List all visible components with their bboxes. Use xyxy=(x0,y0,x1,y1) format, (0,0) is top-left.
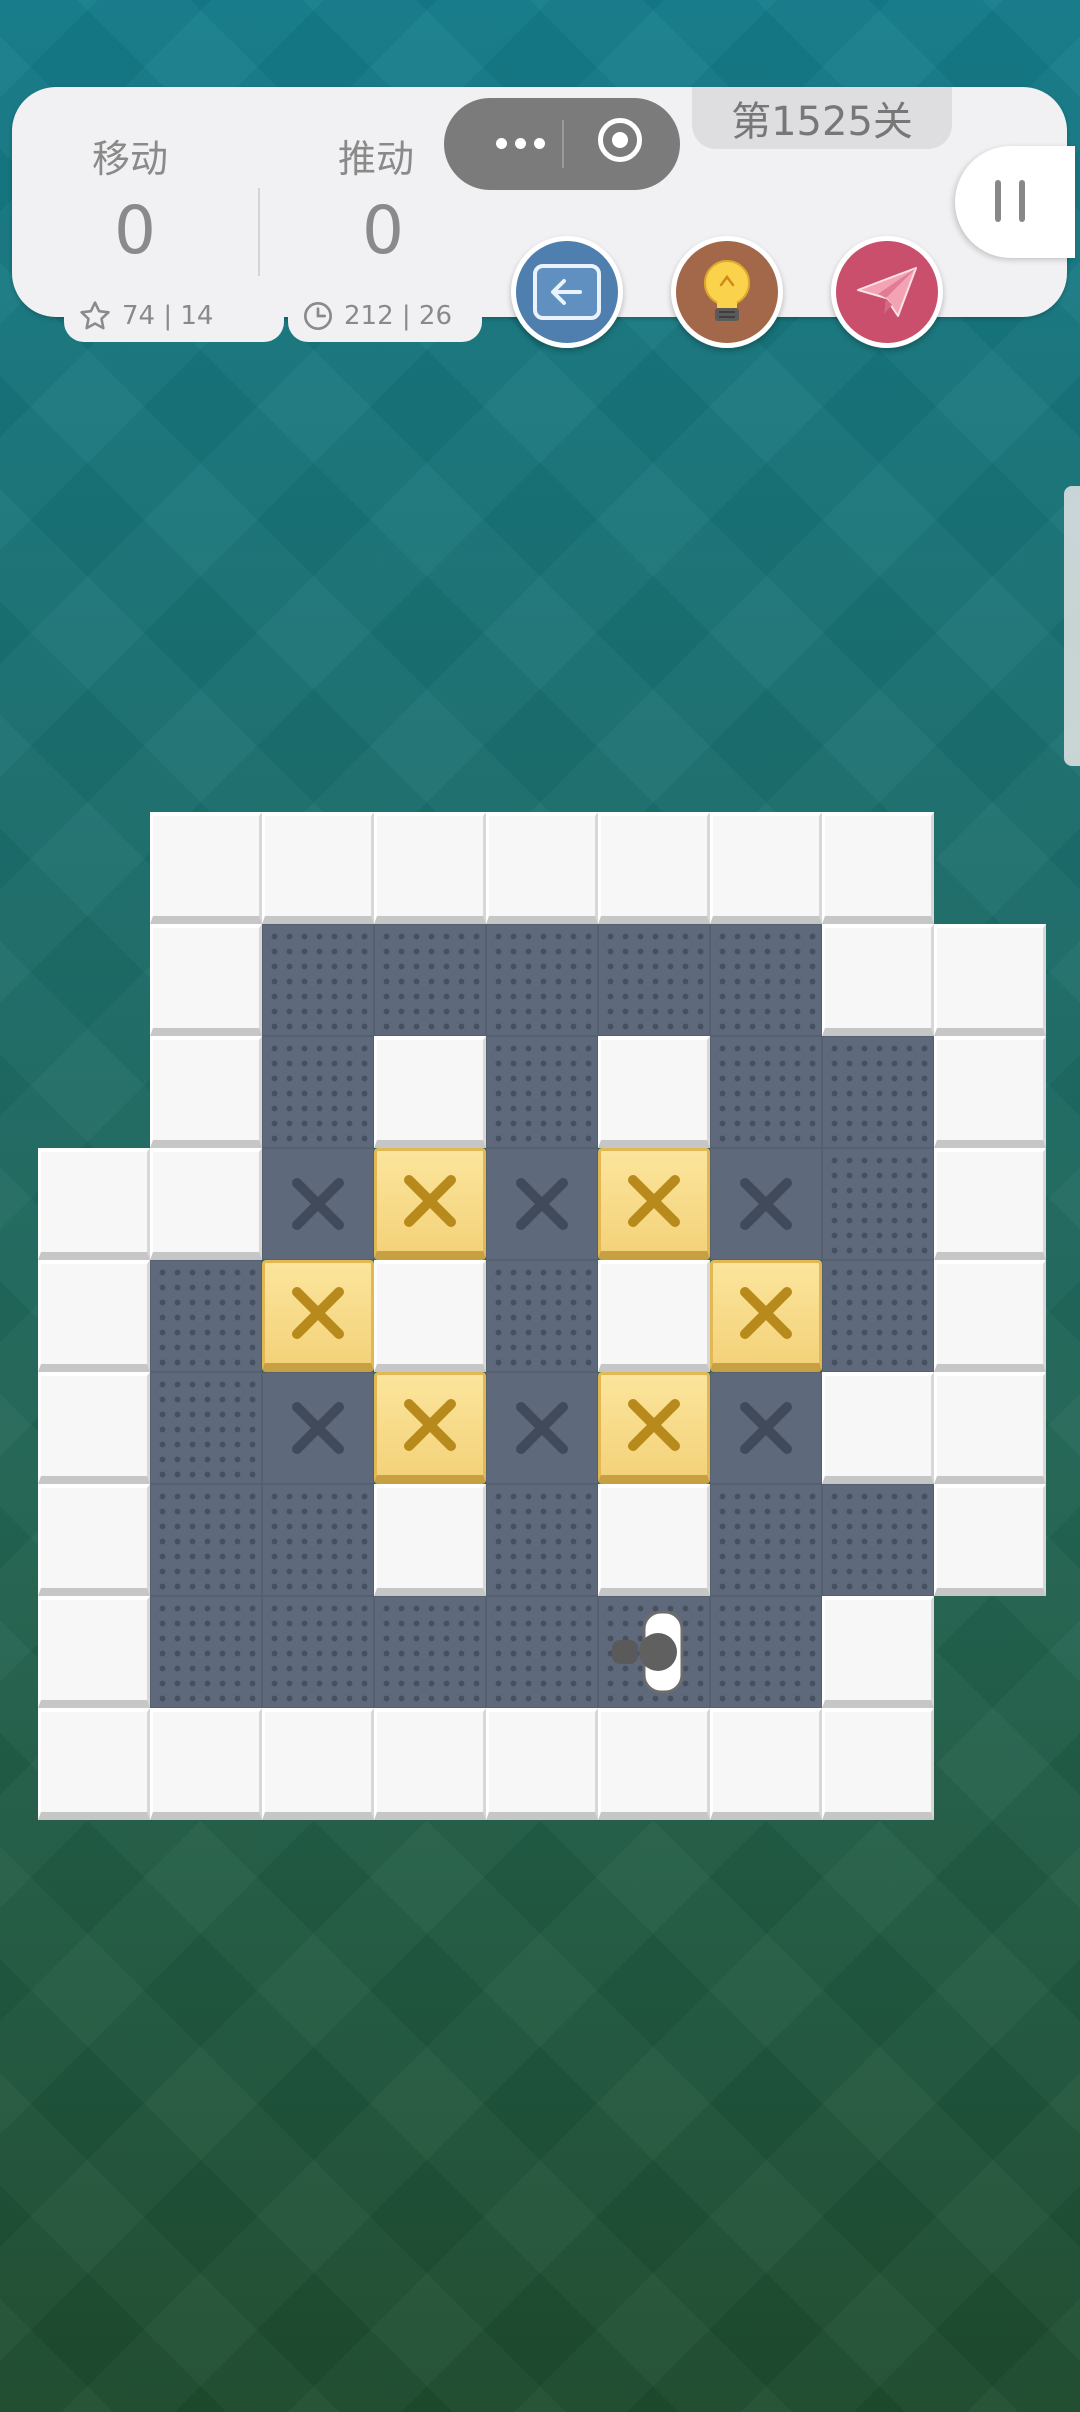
wall-tile xyxy=(374,1036,486,1148)
floor-tile xyxy=(822,1260,934,1372)
wall-tile xyxy=(374,1484,486,1596)
share-button[interactable] xyxy=(831,236,943,348)
crate-tile xyxy=(262,1260,374,1372)
floor-tile xyxy=(262,1596,374,1708)
floor-tile xyxy=(598,924,710,1036)
undo-button[interactable] xyxy=(511,236,623,348)
wall-tile xyxy=(598,1260,710,1372)
pause-icon xyxy=(995,180,1001,222)
wall-tile xyxy=(38,1372,150,1484)
floor-tile xyxy=(710,1596,822,1708)
crate-tile xyxy=(374,1372,486,1484)
close-target-icon[interactable] xyxy=(598,118,642,162)
more-menu-icon[interactable] xyxy=(496,138,545,149)
goal-tile xyxy=(262,1148,374,1260)
floor-tile xyxy=(262,1484,374,1596)
wall-tile xyxy=(934,1372,1046,1484)
undo-arrow-icon xyxy=(533,264,601,320)
wall-tile xyxy=(822,812,934,924)
floor-tile xyxy=(822,1484,934,1596)
player-character[interactable] xyxy=(598,1596,710,1708)
pushes-label: 推动 xyxy=(338,137,415,181)
time-record: 212 | 26 xyxy=(288,290,482,342)
wall-tile xyxy=(598,1484,710,1596)
wall-tile xyxy=(150,1708,262,1820)
time-record-text: 212 | 26 xyxy=(344,301,452,331)
wall-tile xyxy=(934,1484,1046,1596)
goal-tile xyxy=(486,1148,598,1260)
floor-tile xyxy=(262,924,374,1036)
level-title: 第1525关 xyxy=(692,87,952,149)
star-record: 74 | 14 xyxy=(64,290,284,342)
floor-tile xyxy=(486,924,598,1036)
wall-tile xyxy=(374,812,486,924)
wall-tile xyxy=(38,1260,150,1372)
moves-label: 移动 xyxy=(92,137,169,181)
goal-tile xyxy=(710,1148,822,1260)
wall-tile xyxy=(934,1260,1046,1372)
paper-plane-icon xyxy=(857,267,917,317)
moves-counter: 0 xyxy=(114,192,156,269)
wall-tile xyxy=(598,812,710,924)
wall-tile xyxy=(486,812,598,924)
wall-tile xyxy=(934,1036,1046,1148)
wall-tile xyxy=(38,1148,150,1260)
floor-tile xyxy=(710,924,822,1036)
stats-divider xyxy=(258,188,260,276)
floor-tile xyxy=(486,1260,598,1372)
crate-tile xyxy=(710,1260,822,1372)
floor-tile xyxy=(822,1148,934,1260)
wall-tile xyxy=(150,1036,262,1148)
floor-tile xyxy=(710,1484,822,1596)
wall-tile xyxy=(822,924,934,1036)
wall-tile xyxy=(822,1596,934,1708)
wall-tile xyxy=(486,1708,598,1820)
floor-tile xyxy=(150,1596,262,1708)
scroll-indicator xyxy=(1064,486,1080,766)
goal-tile xyxy=(262,1372,374,1484)
wall-tile xyxy=(374,1708,486,1820)
wall-tile xyxy=(710,812,822,924)
wall-tile xyxy=(934,1148,1046,1260)
floor-tile xyxy=(150,1260,262,1372)
miniprogram-capsule xyxy=(444,98,680,190)
wall-tile xyxy=(598,1036,710,1148)
clock-icon xyxy=(304,302,332,330)
wall-tile xyxy=(374,1260,486,1372)
crate-tile xyxy=(374,1148,486,1260)
floor-tile xyxy=(374,1596,486,1708)
crate-tile xyxy=(598,1372,710,1484)
hint-button[interactable] xyxy=(671,236,783,348)
floor-tile xyxy=(150,1372,262,1484)
floor-tile xyxy=(822,1036,934,1148)
floor-tile xyxy=(150,1484,262,1596)
floor-tile xyxy=(486,1484,598,1596)
lightbulb-icon xyxy=(704,260,750,321)
wall-tile xyxy=(598,1708,710,1820)
floor-tile xyxy=(374,924,486,1036)
wall-tile xyxy=(934,924,1046,1036)
wall-tile xyxy=(150,812,262,924)
wall-tile xyxy=(262,812,374,924)
goal-tile xyxy=(486,1372,598,1484)
wall-tile xyxy=(150,1148,262,1260)
goal-tile xyxy=(710,1372,822,1484)
wall-tile xyxy=(150,924,262,1036)
wall-tile xyxy=(38,1708,150,1820)
crate-tile xyxy=(598,1148,710,1260)
floor-tile xyxy=(262,1036,374,1148)
floor-tile xyxy=(710,1036,822,1148)
wall-tile xyxy=(822,1372,934,1484)
wall-tile xyxy=(38,1596,150,1708)
star-icon xyxy=(80,301,110,330)
wall-tile xyxy=(262,1708,374,1820)
pushes-counter: 0 xyxy=(362,192,404,269)
star-record-text: 74 | 14 xyxy=(122,301,214,331)
pause-button[interactable] xyxy=(955,146,1075,258)
floor-tile xyxy=(486,1596,598,1708)
wall-tile xyxy=(822,1708,934,1820)
wall-tile xyxy=(38,1484,150,1596)
floor-tile xyxy=(486,1036,598,1148)
wall-tile xyxy=(710,1708,822,1820)
